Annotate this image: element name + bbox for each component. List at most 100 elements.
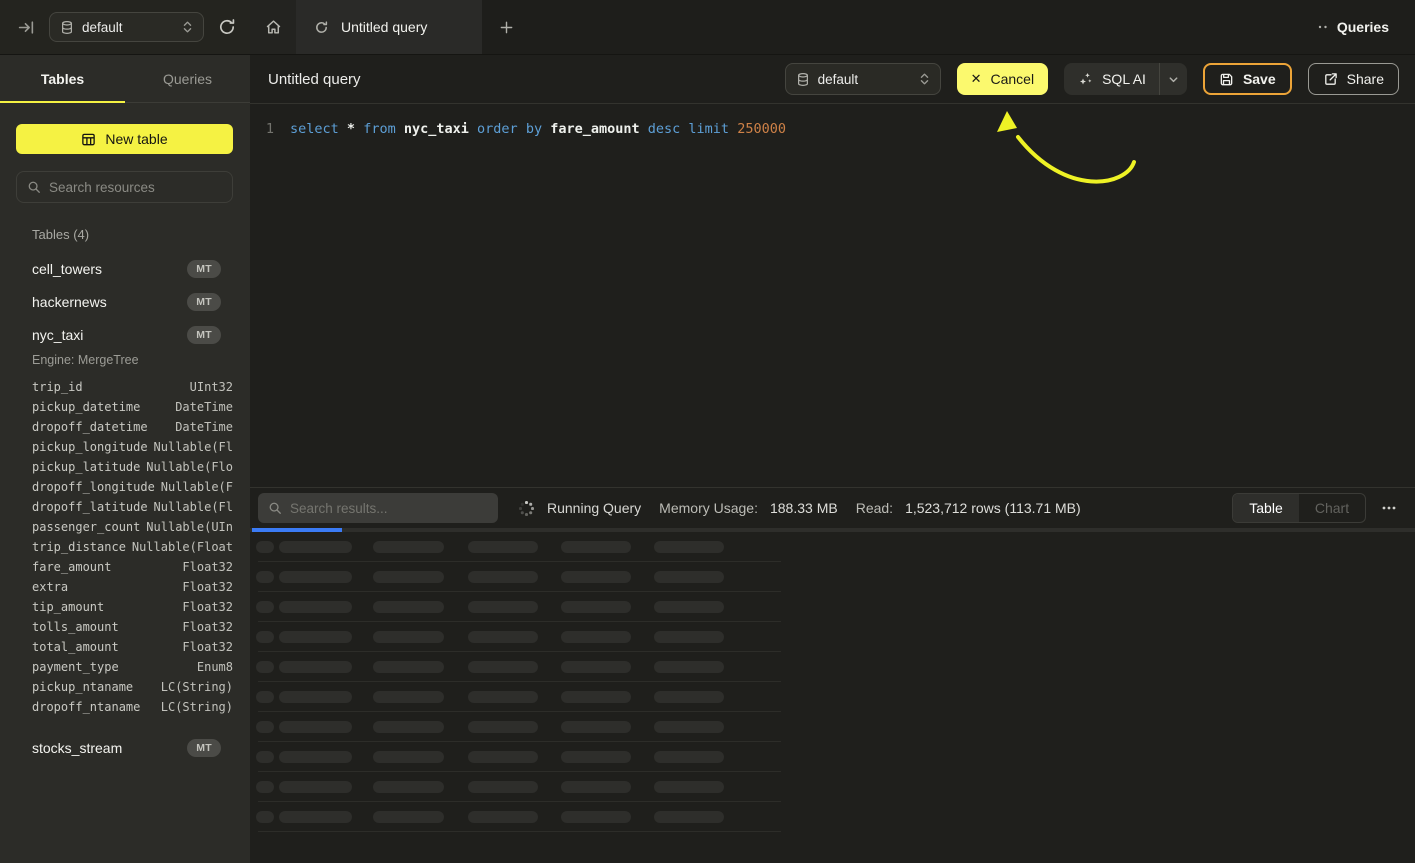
column-type: Nullable(F	[161, 480, 233, 494]
skeleton-pill	[373, 661, 444, 673]
skeleton-pill	[654, 571, 724, 583]
skeleton-pill	[279, 631, 352, 643]
skeleton-pill	[561, 571, 631, 583]
sql-token	[729, 121, 737, 137]
sidebar-search-input[interactable]	[49, 180, 222, 195]
skeleton-pill	[279, 571, 352, 583]
skeleton-pill	[654, 811, 724, 823]
skeleton-row	[258, 742, 781, 772]
column-name: pickup_ntaname	[32, 680, 133, 694]
table-row[interactable]: hackernewsMT	[0, 285, 250, 318]
collapse-sidebar-icon[interactable]	[18, 19, 35, 36]
results-skeleton	[258, 532, 781, 832]
view-toggle-chart[interactable]: Chart	[1299, 494, 1365, 522]
database-selector-query[interactable]: default	[785, 63, 941, 95]
skeleton-pill	[654, 541, 724, 553]
column-row: trip_idUInt32	[32, 377, 233, 397]
table-row[interactable]: stocks_streamMT	[0, 731, 250, 764]
skeleton-pill	[468, 721, 538, 733]
dots-icon	[1317, 21, 1329, 33]
skeleton-pill	[468, 571, 538, 583]
column-name: tip_amount	[32, 600, 104, 614]
sql-token: select	[290, 121, 339, 137]
skeleton-pill	[468, 751, 538, 763]
sql-token	[396, 121, 404, 137]
column-name: tolls_amount	[32, 620, 119, 634]
column-row: pickup_longitudeNullable(Fl	[32, 437, 233, 457]
skeleton-pill	[373, 721, 444, 733]
sql-token: *	[347, 121, 355, 137]
column-type: LC(String)	[161, 700, 233, 714]
tables-list: cell_towersMThackernewsMTnyc_taxiMTEngin…	[0, 252, 250, 764]
sql-ai-button[interactable]: SQL AI	[1064, 63, 1159, 95]
main-panel: Untitled query default ✕ Cancel	[250, 55, 1415, 863]
results-search-input[interactable]	[290, 501, 488, 516]
queries-button[interactable]: Queries	[1317, 0, 1415, 54]
new-tab-button[interactable]	[482, 0, 530, 54]
database-selector-topbar[interactable]: default	[49, 12, 204, 42]
skeleton-pill	[654, 721, 724, 733]
database-selector-value: default	[82, 20, 174, 35]
skeleton-pill	[256, 601, 274, 613]
skeleton-row	[258, 622, 781, 652]
skeleton-pill	[373, 541, 444, 553]
column-name: dropoff_latitude	[32, 500, 148, 514]
column-type: Nullable(UIn	[146, 520, 233, 534]
sql-token: fare_amount	[550, 121, 639, 137]
sparkles-icon	[1077, 71, 1093, 87]
engine-badge: MT	[187, 326, 221, 344]
column-row: fare_amountFloat32	[32, 557, 233, 577]
table-name: nyc_taxi	[32, 327, 83, 343]
skeleton-pill	[373, 631, 444, 643]
new-table-button[interactable]: New table	[16, 124, 233, 154]
sidebar-tab-queries[interactable]: Queries	[125, 55, 250, 102]
column-row: tolls_amountFloat32	[32, 617, 233, 637]
results-search	[258, 493, 498, 523]
column-row: trip_distanceNullable(Float	[32, 537, 233, 557]
sql-ai-dropdown-button[interactable]	[1159, 63, 1187, 95]
sidebar-tab-tables[interactable]: Tables	[0, 55, 125, 102]
skeleton-pill	[373, 571, 444, 583]
column-type: Float32	[182, 640, 233, 654]
refresh-button[interactable]	[218, 18, 236, 36]
skeleton-pill	[279, 541, 352, 553]
table-row[interactable]: nyc_taxi MT	[0, 318, 250, 351]
skeleton-row	[258, 652, 781, 682]
sidebar: Tables Queries New table Tables (4) cell…	[0, 55, 250, 863]
table-row[interactable]: cell_towersMT	[0, 252, 250, 285]
sql-token: from	[363, 121, 396, 137]
skeleton-pill	[561, 631, 631, 643]
skeleton-pill	[468, 781, 538, 793]
view-toggle-table[interactable]: Table	[1233, 494, 1299, 522]
column-list: trip_idUInt32pickup_datetimeDateTimedrop…	[0, 375, 250, 731]
sql-editor[interactable]: 1 select * from nyc_taxi order by fare_a…	[250, 104, 1415, 487]
plus-icon	[499, 20, 514, 35]
topbar-left: default	[0, 0, 250, 54]
cancel-button[interactable]: ✕ Cancel	[957, 63, 1049, 95]
query-status: Running Query	[547, 500, 641, 516]
annotation-arrow	[250, 104, 1415, 487]
share-button[interactable]: Share	[1308, 63, 1399, 95]
column-row: payment_typeEnum8	[32, 657, 233, 677]
column-type: Float32	[182, 560, 233, 574]
sidebar-tab-tables-label: Tables	[41, 71, 84, 87]
skeleton-pill	[654, 601, 724, 613]
sidebar-tabs: Tables Queries	[0, 55, 250, 103]
memory-usage-label: Memory Usage:	[659, 500, 758, 516]
tab-untitled-query[interactable]: Untitled query	[296, 0, 482, 54]
skeleton-pill	[373, 751, 444, 763]
query-title: Untitled query	[268, 71, 769, 88]
skeleton-pill	[561, 781, 631, 793]
home-button[interactable]	[250, 0, 296, 54]
save-button[interactable]: Save	[1203, 63, 1292, 95]
skeleton-pill	[561, 751, 631, 763]
queries-label: Queries	[1337, 19, 1389, 35]
more-options-button[interactable]	[1381, 500, 1397, 516]
skeleton-row	[258, 532, 781, 562]
sql-token	[339, 121, 347, 137]
skeleton-pill	[468, 661, 538, 673]
skeleton-pill	[468, 631, 538, 643]
skeleton-pill	[561, 541, 631, 553]
skeleton-pill	[561, 661, 631, 673]
skeleton-pill	[373, 691, 444, 703]
